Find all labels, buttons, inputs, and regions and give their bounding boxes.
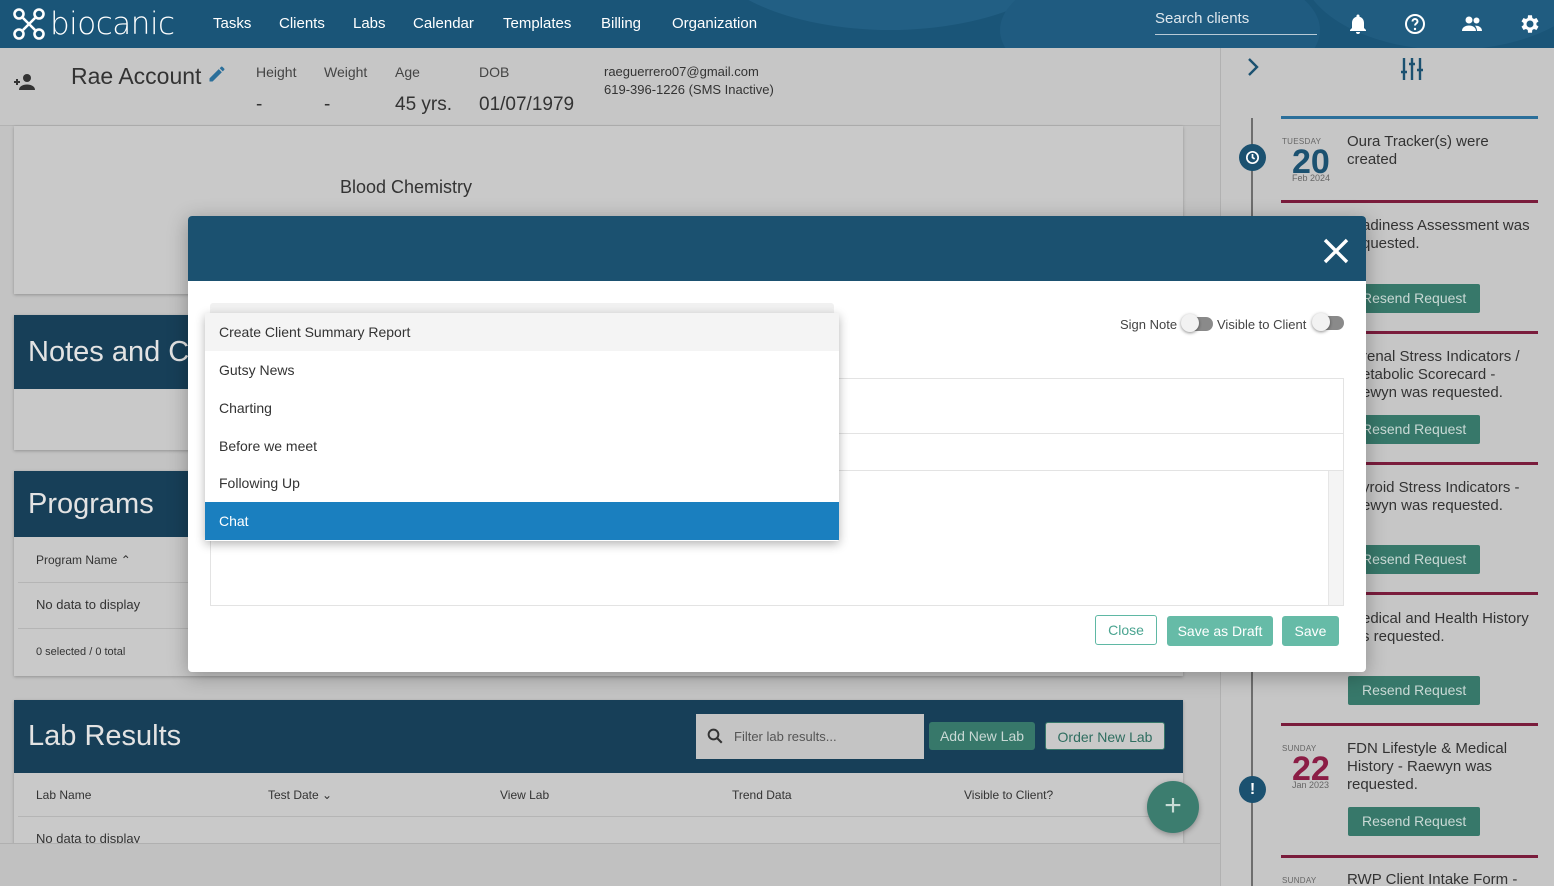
- age-label: Age: [395, 64, 420, 80]
- lab-name-column[interactable]: Lab Name: [36, 788, 91, 802]
- logo-text: biocanic: [50, 6, 175, 42]
- editor-scrollbar[interactable]: [1328, 471, 1343, 605]
- gear-icon[interactable]: [1518, 12, 1542, 36]
- dob-label: DOB: [479, 64, 510, 80]
- logo-icon: [13, 8, 45, 40]
- weight-label: Weight: [324, 64, 368, 80]
- client-phone: 619-396-1226 (SMS Inactive): [604, 82, 774, 97]
- blood-chemistry-title: Blood Chemistry: [340, 177, 473, 197]
- biocanic-logo[interactable]: biocanic: [12, 6, 175, 42]
- programs-footer: 0 selected / 0 total: [36, 646, 126, 658]
- visible-to-client-toggle[interactable]: [1312, 313, 1344, 331]
- notes-title: Notes and Co: [28, 336, 206, 368]
- edit-icon[interactable]: [207, 64, 227, 84]
- nav-organization[interactable]: Organization: [672, 15, 757, 32]
- filter-sliders-icon[interactable]: [1400, 56, 1424, 82]
- weight-value: -: [324, 94, 331, 115]
- help-icon[interactable]: [1403, 12, 1427, 36]
- entry-month-year: Jan 2023: [1292, 780, 1330, 790]
- entry-divider: [1281, 855, 1538, 858]
- nav-billing[interactable]: Billing: [601, 15, 641, 32]
- height-label: Height: [256, 64, 297, 80]
- bell-icon[interactable]: [1346, 12, 1370, 36]
- resend-request-button[interactable]: Resend Request: [1348, 415, 1481, 444]
- resend-request-button[interactable]: Resend Request: [1348, 676, 1481, 705]
- users-icon[interactable]: [1460, 12, 1484, 36]
- dropdown-option[interactable]: Gutsy News: [205, 351, 839, 389]
- lab-results-title: Lab Results: [28, 720, 182, 752]
- entry-text: requested.: [1347, 776, 1418, 793]
- entry-text: etabolic Scorecard -: [1362, 366, 1496, 383]
- dropdown-option[interactable]: Create Client Summary Report: [205, 313, 839, 351]
- entry-text: yroid Stress Indicators -: [1362, 479, 1520, 496]
- lab-filter-placeholder: Filter lab results...: [734, 729, 837, 744]
- client-email[interactable]: raeguerrero07@gmail.com: [604, 64, 759, 79]
- nav-templates[interactable]: Templates: [503, 15, 571, 32]
- visible-client-column: Visible to Client?: [964, 788, 1054, 802]
- sign-note-label: Sign Note: [1120, 317, 1178, 332]
- entry-text: renal Stress Indicators /: [1362, 348, 1520, 365]
- program-name-column[interactable]: Program Name ⌃: [36, 553, 131, 567]
- entry-divider: [1281, 723, 1538, 726]
- sign-note-toggle[interactable]: [1181, 314, 1213, 332]
- entry-text: RWP Client Intake Form -: [1347, 871, 1518, 886]
- nav-labs[interactable]: Labs: [353, 15, 386, 32]
- alert-icon: !: [1239, 776, 1266, 803]
- view-lab-column: View Lab: [500, 788, 550, 802]
- add-person-icon[interactable]: [13, 72, 37, 92]
- entry-text: ewyn was requested.: [1362, 497, 1503, 514]
- nav-clients[interactable]: Clients: [279, 15, 325, 32]
- entry-month-year: Feb 2024: [1292, 173, 1331, 183]
- chevron-right-icon[interactable]: [1244, 56, 1262, 78]
- height-value: -: [256, 94, 263, 115]
- search-input[interactable]: Search clients: [1155, 10, 1317, 35]
- entry-text: s requested.: [1362, 628, 1445, 645]
- entry-text: edical and Health History: [1362, 610, 1529, 627]
- programs-empty: No data to display: [36, 597, 141, 612]
- entry-text: History - Raewyn was: [1347, 758, 1493, 775]
- resend-request-button[interactable]: Resend Request: [1348, 284, 1481, 313]
- dropdown-option-selected[interactable]: Chat: [205, 502, 839, 540]
- programs-title: Programs: [28, 488, 154, 520]
- close-button[interactable]: Close: [1095, 615, 1157, 645]
- clock-icon: [1245, 150, 1260, 165]
- visible-to-client-label: Visible to Client: [1217, 317, 1307, 332]
- entry-day: SUNDAY: [1282, 876, 1317, 885]
- timeline-top-bar: [1281, 116, 1538, 119]
- entry-text: adiness Assessment was: [1362, 217, 1530, 234]
- bottom-bar: [0, 843, 1220, 886]
- template-dropdown: Create Client Summary Report Gutsy News …: [205, 313, 839, 541]
- resend-request-button[interactable]: Resend Request: [1348, 807, 1481, 836]
- entry-text: quested.: [1362, 235, 1420, 252]
- dob-value: 01/07/1979: [479, 94, 575, 115]
- nav-tasks[interactable]: Tasks: [213, 15, 251, 32]
- search-icon: [707, 728, 723, 744]
- close-icon[interactable]: [1321, 236, 1351, 266]
- entry-text: created: [1347, 151, 1398, 168]
- dropdown-option[interactable]: Following Up: [205, 464, 839, 502]
- save-button[interactable]: Save: [1282, 616, 1339, 646]
- test-date-column[interactable]: Test Date ⌄: [268, 788, 332, 802]
- order-new-lab-button[interactable]: Order New Lab: [1045, 722, 1165, 750]
- dropdown-option[interactable]: Before we meet: [205, 427, 839, 465]
- entry-text: FDN Lifestyle & Medical: [1347, 740, 1508, 757]
- nav-calendar[interactable]: Calendar: [413, 15, 474, 32]
- age-value: 45 yrs.: [395, 94, 453, 115]
- dropdown-option[interactable]: Charting: [205, 389, 839, 427]
- add-fab-button[interactable]: +: [1147, 781, 1199, 833]
- entry-divider: [1281, 200, 1538, 203]
- save-as-draft-button[interactable]: Save as Draft: [1167, 616, 1273, 646]
- entry-text: Oura Tracker(s) were: [1347, 133, 1489, 150]
- entry-text: ewyn was requested.: [1362, 384, 1503, 401]
- trend-data-column: Trend Data: [732, 788, 792, 802]
- client-name: Rae Account: [71, 63, 202, 89]
- resend-request-button[interactable]: Resend Request: [1348, 545, 1481, 574]
- modal-header: [188, 216, 1366, 281]
- add-new-lab-button[interactable]: Add New Lab: [929, 722, 1035, 750]
